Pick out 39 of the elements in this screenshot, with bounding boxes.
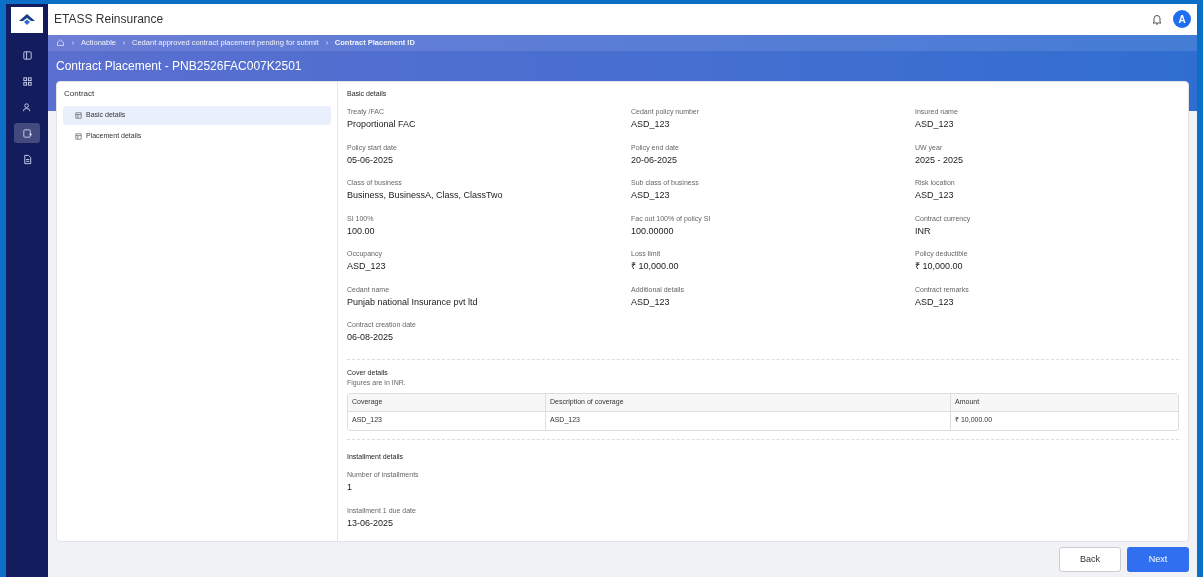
field-value: Business, BusinessA, Class, ClassTwo [347,189,504,202]
field-value: ASD_123 [631,189,671,202]
field-value: 2025 - 2025 [915,153,965,167]
back-button[interactable]: Back [1059,547,1121,572]
next-button[interactable]: Next [1127,547,1189,572]
chevron-icon [323,39,330,46]
document-icon [21,153,33,165]
page-title: Contract Placement - PNB2526FAC007K2501 [55,57,303,75]
field-value: ASD_123 [915,295,955,309]
logo [11,7,43,33]
field-value: 05-06-2025 [347,153,395,167]
field-value: Punjab national Insurance pvt ltd [347,295,479,309]
table-icon [75,111,82,119]
field-value: 06-08-2025 [347,331,395,344]
chevron-icon [121,39,128,46]
field-value: INR [915,224,932,238]
table-icon [75,132,82,140]
document-plus-icon [21,127,33,139]
chevron-icon [70,39,76,46]
field-value: ASD_123 [631,295,671,309]
field-value: 13-06-2025 [347,516,395,530]
field-value: ₹ 10,000.00 [631,260,680,273]
field-value: 100.00000 [631,224,675,238]
nav-title: Contract [63,87,96,100]
notification-icon[interactable] [1151,13,1163,26]
field-value: Proportional FAC [347,118,417,131]
sidebar-item[interactable] [14,123,40,143]
field-value: ASD_123 [347,260,387,273]
grid-icon [21,75,33,87]
field-value: ASD_123 [631,118,671,131]
field-value: ASD_123 [915,189,955,202]
user-avatar[interactable]: A [1173,10,1191,29]
field-value: 20-06-2025 [631,153,679,167]
field-value: 100.00 [347,224,376,238]
field-value: ₹ 10,000.00 [915,260,964,273]
app-title: ETASS Reinsurance [54,11,164,29]
field-value: ASD_123 [915,118,955,131]
panel-icon [21,49,33,61]
field-value: 1 [347,481,353,494]
